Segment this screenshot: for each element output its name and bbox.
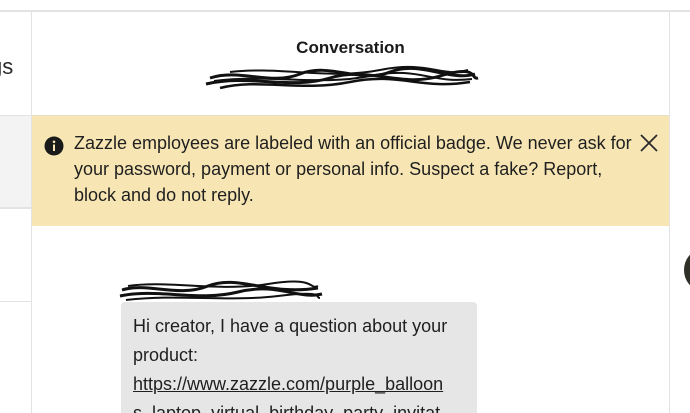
info-icon [44, 136, 64, 156]
top-border [0, 0, 690, 12]
message-bubble: Hi creator, I have a question about your… [121, 302, 477, 413]
product-link[interactable]: https://www.zazzle.com/purple_balloon [133, 370, 465, 399]
conversation-header: Conversation [32, 12, 669, 116]
conversation-pane: Conversation Zazzle employees are labele… [32, 12, 669, 413]
safety-notice-banner: Zazzle employees are labeled with an off… [32, 116, 669, 226]
product-link-continued[interactable]: s_laptop_virtual_birthday_party_invitat [133, 399, 465, 413]
message-text-line: Hi creator, I have a question about your [133, 316, 448, 336]
close-icon[interactable] [638, 132, 660, 154]
message-text-line: product: [133, 345, 199, 365]
left-panel: gs [0, 12, 32, 413]
notice-text: Zazzle employees are labeled with an off… [74, 133, 632, 205]
left-list-item-selected[interactable] [0, 116, 31, 208]
redacted-sender-name [119, 280, 323, 301]
avatar[interactable] [684, 250, 690, 290]
left-divider [0, 301, 32, 302]
right-panel [669, 12, 690, 413]
redacted-recipient-name [205, 65, 479, 90]
left-divider [0, 208, 32, 209]
conversation-title: Conversation [296, 38, 405, 57]
settings-tab-label[interactable]: gs [0, 54, 13, 80]
